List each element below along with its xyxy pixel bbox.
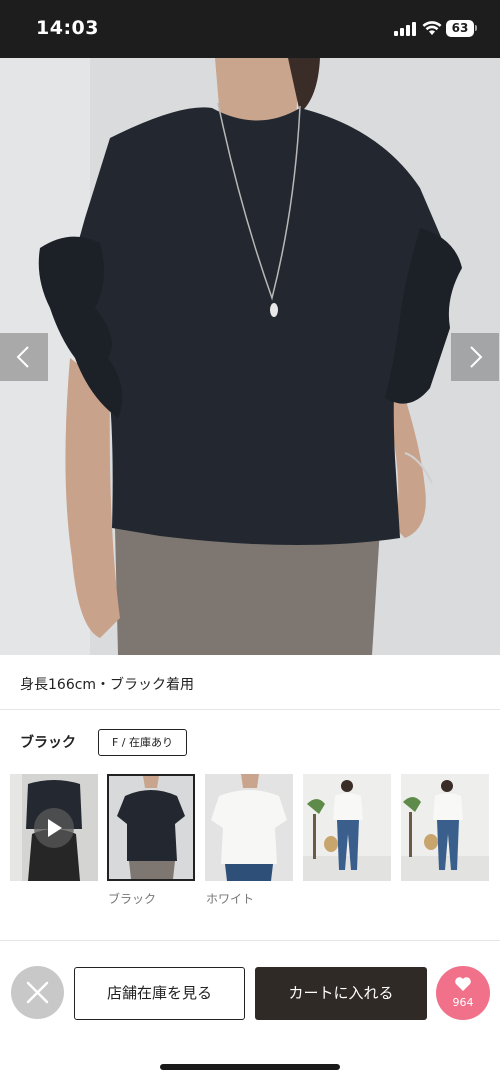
signal-icon xyxy=(394,22,416,36)
thumbnail-white-full[interactable] xyxy=(303,774,391,881)
divider xyxy=(0,940,500,941)
add-to-cart-button[interactable]: カートに入れる xyxy=(255,967,427,1020)
product-photo-illustration xyxy=(0,58,500,655)
model-caption: 身長166cm・ブラック着用 xyxy=(20,677,195,693)
thumbnail-image xyxy=(205,774,293,881)
thumbnail-white-side[interactable] xyxy=(401,774,489,881)
thumbnail-video[interactable] xyxy=(10,774,98,881)
heart-icon xyxy=(455,977,471,991)
previous-image-button[interactable] xyxy=(0,333,48,381)
close-button[interactable] xyxy=(11,966,64,1019)
thumbnail-label-black: ブラック xyxy=(108,892,157,906)
battery-icon: 63 xyxy=(446,20,478,37)
wifi-icon xyxy=(422,21,442,35)
play-icon[interactable] xyxy=(34,808,74,848)
close-icon xyxy=(26,981,49,1004)
status-bar: 14:03 63 xyxy=(0,0,500,58)
thumbnail-image xyxy=(109,776,193,879)
battery-level: 63 xyxy=(446,20,474,37)
next-image-button[interactable] xyxy=(451,333,499,381)
home-indicator[interactable] xyxy=(160,1064,340,1070)
favorite-count: 964 xyxy=(452,996,474,1009)
divider xyxy=(0,709,500,710)
selected-color-name: ブラック xyxy=(20,735,76,751)
size-stock-badge[interactable]: F / 在庫あり xyxy=(98,729,187,756)
status-time: 14:03 xyxy=(36,17,99,39)
thumbnail-image xyxy=(401,774,489,881)
thumbnail-white[interactable] xyxy=(205,774,293,881)
chevron-right-icon xyxy=(470,346,483,368)
chevron-left-icon xyxy=(16,346,29,368)
store-stock-button[interactable]: 店舗在庫を見る xyxy=(74,967,245,1020)
thumbnail-image xyxy=(303,774,391,881)
product-photo[interactable] xyxy=(0,58,500,655)
thumbnail-label-white: ホワイト xyxy=(206,892,255,906)
favorite-button[interactable]: 964 xyxy=(436,966,490,1020)
thumbnail-black[interactable] xyxy=(107,774,195,881)
